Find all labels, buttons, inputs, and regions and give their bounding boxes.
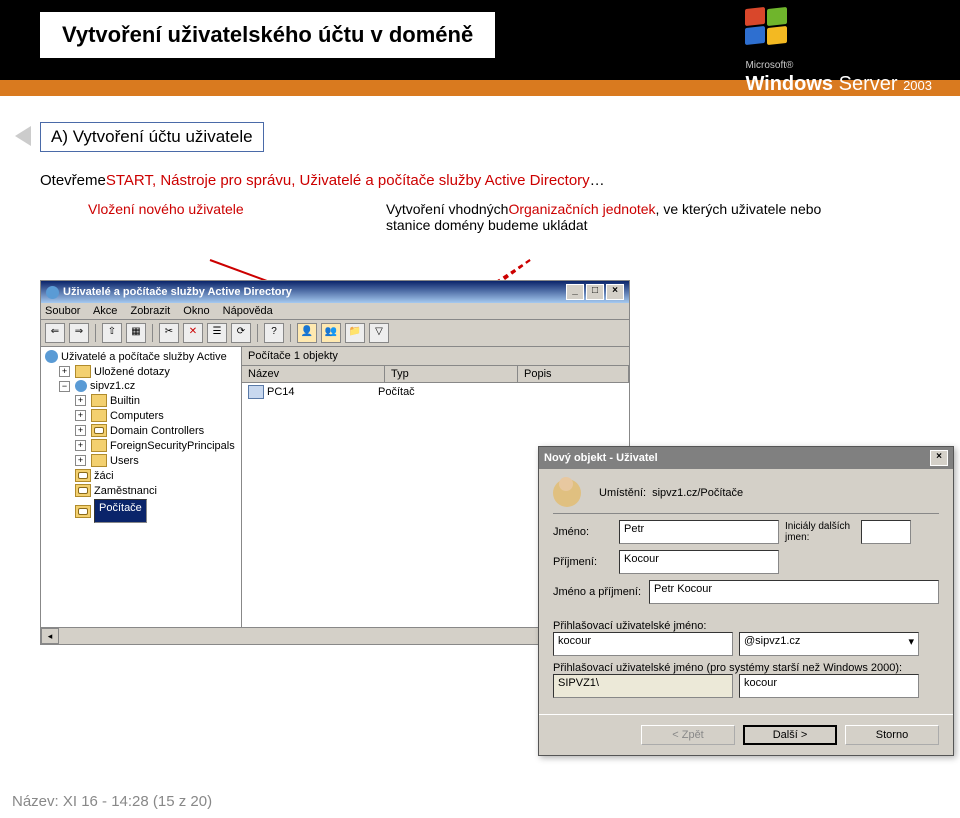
upn-input[interactable]: kocour: [553, 632, 733, 656]
list-header: Počítače 1 objekty: [242, 347, 629, 366]
tree-zaci[interactable]: žáci: [41, 468, 241, 483]
minimize-button[interactable]: _: [566, 284, 584, 300]
col-desc[interactable]: Popis: [518, 366, 629, 382]
properties-icon[interactable]: ☰: [207, 323, 227, 343]
location-value: sipvz1.cz/Počítače: [652, 487, 743, 499]
show-icon[interactable]: ▦: [126, 323, 146, 343]
aduc-toolbar: ⇐ ⇒ ⇧ ▦ ✂ ✕ ☰ ⟳ ? 👤 👥 📁 ▽: [41, 320, 629, 347]
sam-input[interactable]: kocour: [739, 674, 919, 698]
upn-label: Přihlašovací uživatelské jméno:: [553, 620, 939, 632]
tree-zamestnanci[interactable]: Zaměstnanci: [41, 483, 241, 498]
new-user-dialog: Nový objekt - Uživatel × Umístění: sipvz…: [538, 446, 954, 756]
upn-domain-select[interactable]: @sipvz1.cz▾: [739, 632, 919, 656]
new-ou-icon[interactable]: 📁: [345, 323, 365, 343]
computer-icon: [248, 385, 264, 399]
lastname-label: Příjmení:: [553, 556, 613, 568]
user-icon: [553, 479, 581, 507]
logo-microsoft: Microsoft®: [745, 60, 793, 71]
menu-zobrazit[interactable]: Zobrazit: [130, 305, 170, 317]
sam-domain-field: SIPVZ1\: [553, 674, 733, 698]
fullname-input[interactable]: Petr Kocour: [649, 580, 939, 604]
scroll-left-icon[interactable]: ◂: [41, 628, 59, 644]
close-button[interactable]: ×: [606, 284, 624, 300]
app-icon: [46, 286, 59, 299]
fullname-label: Jméno a příjmení:: [553, 586, 643, 598]
instruction-text: OtevřemeSTART, Nástroje pro správu, Uživ…: [40, 170, 920, 191]
col-name[interactable]: Název: [242, 366, 385, 382]
annotation-left: Vložení nového uživatele: [88, 201, 244, 217]
initials-input[interactable]: [861, 520, 911, 544]
menu-napoveda[interactable]: Nápověda: [223, 305, 273, 317]
list-columns: Název Typ Popis: [242, 366, 629, 383]
location-label: Umístění:: [599, 487, 646, 499]
list-item[interactable]: PC14 Počítač: [242, 383, 629, 401]
maximize-button[interactable]: □: [586, 284, 604, 300]
chevron-down-icon: ▾: [908, 635, 914, 653]
cut-icon[interactable]: ✂: [159, 323, 179, 343]
new-user-icon[interactable]: 👤: [297, 323, 317, 343]
annotation-right: Vytvoření vhodnýchOrganizačních jednotek…: [386, 201, 846, 233]
tree-users[interactable]: +Users: [41, 453, 241, 468]
section-heading: A) Vytvoření účtu uživatele: [40, 122, 264, 152]
dlg-titlebar[interactable]: Nový objekt - Uživatel ×: [539, 447, 953, 469]
aduc-titlebar[interactable]: Uživatelé a počítače služby Active Direc…: [41, 281, 629, 303]
tree-domain[interactable]: −sipvz1.cz: [41, 379, 241, 393]
delete-icon[interactable]: ✕: [183, 323, 203, 343]
aduc-tree[interactable]: Uživatelé a počítače služby Active +Ulož…: [41, 347, 242, 627]
refresh-icon[interactable]: ⟳: [231, 323, 251, 343]
slide-title: Vytvoření uživatelského účtu v doméně: [40, 12, 495, 58]
initials-label: Iniciály dalších jmen:: [785, 521, 855, 543]
tree-root[interactable]: Uživatelé a počítače služby Active: [41, 349, 241, 364]
firstname-input[interactable]: Petr: [619, 520, 779, 544]
col-type[interactable]: Typ: [385, 366, 518, 382]
next-button[interactable]: Další >: [743, 725, 837, 745]
tree-pocitace[interactable]: Počítače: [41, 498, 241, 524]
cancel-button[interactable]: Storno: [845, 725, 939, 745]
up-icon[interactable]: ⇧: [102, 323, 122, 343]
back-button: < Zpět: [641, 725, 735, 745]
help-icon[interactable]: ?: [264, 323, 284, 343]
sam-label: Přihlašovací uživatelské jméno (pro syst…: [553, 662, 939, 674]
lastname-input[interactable]: Kocour: [619, 550, 779, 574]
tree-saved-queries[interactable]: +Uložené dotazy: [41, 364, 241, 379]
menu-okno[interactable]: Okno: [183, 305, 209, 317]
tree-computers[interactable]: +Computers: [41, 408, 241, 423]
dlg-close-button[interactable]: ×: [930, 450, 948, 466]
slide-footer: Název: XI 16 - 14:28 (15 z 20): [12, 793, 212, 810]
tree-builtin[interactable]: +Builtin: [41, 393, 241, 408]
forward-icon[interactable]: ⇒: [69, 323, 89, 343]
menu-akce[interactable]: Akce: [93, 305, 117, 317]
aduc-menubar[interactable]: Soubor Akce Zobrazit Okno Nápověda: [41, 303, 629, 320]
firstname-label: Jméno:: [553, 526, 613, 538]
windows-flag-icon: [745, 8, 793, 48]
menu-soubor[interactable]: Soubor: [45, 305, 80, 317]
back-icon[interactable]: ⇐: [45, 323, 65, 343]
tree-domain-controllers[interactable]: +Domain Controllers: [41, 423, 241, 438]
tree-foreign-security[interactable]: +ForeignSecurityPrincipals: [41, 438, 241, 453]
slide-header: Vytvoření uživatelského účtu v doméně Mi…: [0, 0, 960, 80]
windows-server-logo: Microsoft® Windows Server 2003: [745, 8, 932, 96]
new-group-icon[interactable]: 👥: [321, 323, 341, 343]
filter-icon[interactable]: ▽: [369, 323, 389, 343]
